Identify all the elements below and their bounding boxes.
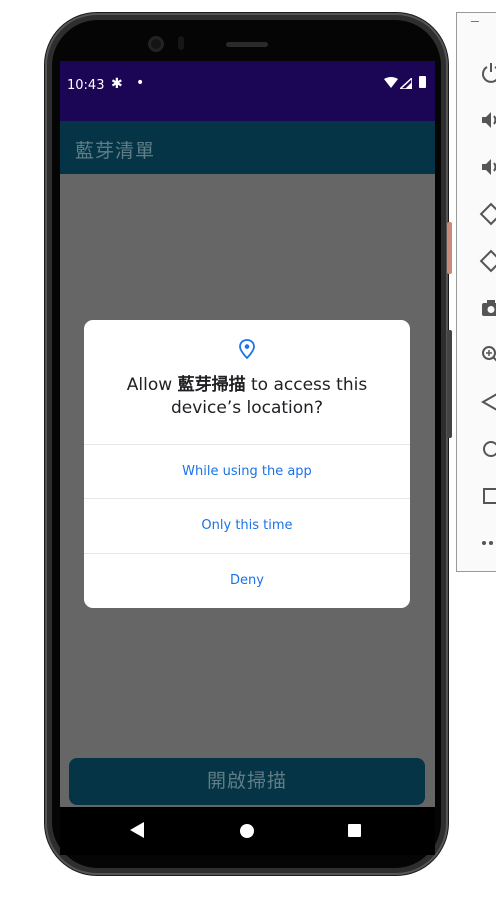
power-icon[interactable]	[479, 61, 496, 85]
dialog-message: Allow 藍芽掃描 to access this device’s locat…	[94, 374, 400, 420]
front-camera	[148, 36, 164, 52]
power-side-button[interactable]	[447, 222, 452, 274]
earpiece-speaker	[226, 42, 268, 47]
app-bar: 藍芽清單	[60, 121, 435, 174]
volume-side-button[interactable]	[447, 330, 452, 438]
phone-screen: 10:43 ✱ • 藍芽清單 開啟掃描 Allow 藍芽掃描 to access…	[60, 61, 435, 855]
rotate-right-icon[interactable]	[479, 249, 496, 273]
proximity-sensor	[178, 36, 184, 50]
back-icon[interactable]	[479, 390, 496, 414]
battery-icon	[419, 76, 426, 88]
location-permission-dialog: Allow 藍芽掃描 to access this device’s locat…	[84, 320, 410, 608]
home-icon[interactable]	[240, 824, 254, 838]
minimize-button[interactable]	[471, 21, 479, 22]
volume-up-icon[interactable]	[479, 108, 496, 132]
home-icon[interactable]	[479, 437, 496, 461]
back-icon[interactable]	[130, 822, 144, 838]
emulator-toolbar	[456, 12, 496, 572]
status-bar: 10:43 ✱ •	[60, 61, 435, 121]
more-icon[interactable]	[479, 531, 496, 555]
navigation-bar	[60, 807, 435, 855]
notification-dot: •	[136, 75, 145, 91]
app-title: 藍芽清單	[75, 140, 156, 162]
location-pin-icon	[239, 339, 255, 359]
signal-icon	[400, 78, 412, 89]
overview-icon[interactable]	[479, 484, 496, 508]
only-this-time-button[interactable]: Only this time	[84, 498, 410, 553]
while-using-app-button[interactable]: While using the app	[84, 444, 410, 499]
start-scan-button[interactable]: 開啟掃描	[69, 758, 425, 805]
zoom-icon[interactable]	[479, 343, 496, 367]
status-time: 10:43	[67, 78, 105, 93]
rotate-left-icon[interactable]	[479, 202, 496, 226]
recents-icon[interactable]	[348, 824, 361, 837]
wifi-icon	[384, 77, 398, 88]
deny-button[interactable]: Deny	[84, 553, 410, 608]
gear-icon: ✱	[111, 76, 123, 92]
volume-down-icon[interactable]	[479, 155, 496, 179]
message-prefix: Allow	[126, 375, 178, 395]
requesting-app-name: 藍芽掃描	[177, 375, 246, 395]
camera-icon[interactable]	[479, 296, 496, 320]
